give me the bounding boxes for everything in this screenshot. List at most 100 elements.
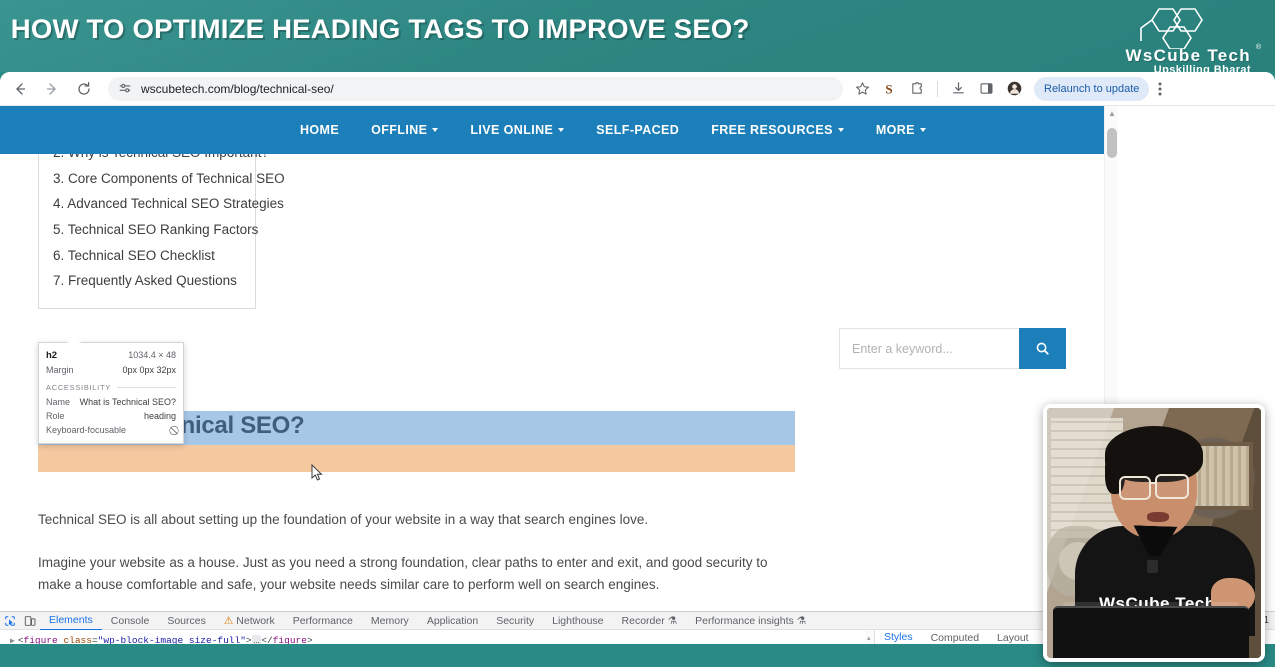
nav-item-more[interactable]: MORE (876, 123, 926, 137)
three-dot-menu-icon[interactable] (1149, 76, 1171, 102)
devtools-tab-recorder[interactable]: Recorder ⚗ (613, 612, 687, 630)
styles-tab-computed[interactable]: Computed (922, 630, 988, 645)
nav-item-label: HOME (300, 123, 340, 137)
chevron-down-icon (837, 128, 844, 132)
device-toolbar-icon[interactable] (20, 612, 40, 630)
devtools-tab-application[interactable]: Application (418, 612, 487, 630)
tab-label: Layout (997, 631, 1029, 644)
tab-label: Elements (49, 613, 93, 626)
dom-token: figure (272, 635, 307, 644)
webcam-overlay: WsCube Tech (1043, 404, 1265, 662)
tab-label: Network (236, 614, 275, 627)
svg-text:S: S (885, 81, 892, 96)
tab-label: Sources (167, 614, 206, 627)
tab-label: Security (496, 614, 535, 627)
reload-icon[interactable] (70, 75, 98, 103)
toc-item[interactable]: 4. Advanced Technical SEO Strategies (53, 191, 284, 217)
eyeglass-bridge (1150, 482, 1157, 485)
tooltip-margin-label: Margin (46, 365, 74, 375)
nav-item-free-resources[interactable]: FREE RESOURCES (711, 123, 844, 137)
side-panel-icon[interactable] (974, 77, 998, 101)
devtools-tab-performance-insights[interactable]: Performance insights ⚗ (686, 612, 815, 630)
a11y-row-label: Keyboard-focusable (46, 425, 127, 435)
url-text: wscubetech.com/blog/technical-seo/ (141, 81, 334, 96)
presenter-mouth (1147, 512, 1169, 522)
tab-label: Performance insights (695, 614, 794, 627)
dom-token: figure (23, 635, 58, 644)
tooltip-margin-value: 0px 0px 32px (122, 365, 176, 375)
download-icon[interactable] (946, 77, 970, 101)
bookmark-star-icon[interactable] (849, 76, 875, 102)
toc-item[interactable]: 7. Frequently Asked Questions (53, 268, 241, 294)
styles-tab-layout[interactable]: Layout (988, 630, 1038, 645)
site-settings-icon[interactable] (118, 82, 132, 96)
tab-label: Computed (930, 631, 980, 644)
registered-mark: ® (1255, 44, 1261, 51)
chevron-down-icon (558, 128, 565, 132)
puzzle-extension-icon[interactable] (905, 77, 929, 101)
brand-logo: WsCube Tech ® Upskilling Bharat (1073, 6, 1263, 72)
flask-icon: ⚗ (667, 614, 678, 627)
heading-margin-highlight (38, 445, 795, 472)
hexagon-logo-icon (1140, 8, 1203, 49)
a11y-row-label: Role (46, 411, 65, 421)
dom-line[interactable]: ▶ <figure class="wp-block-image size-full… (0, 633, 874, 644)
search-icon (1036, 342, 1049, 355)
dom-tree[interactable]: ▶ <figure class="wp-block-image size-full… (0, 630, 874, 644)
relaunch-to-update-button[interactable]: Relaunch to update (1034, 76, 1150, 101)
address-bar[interactable]: wscubetech.com/blog/technical-seo/ (108, 76, 843, 101)
nav-item-live-online[interactable]: LIVE ONLINE (470, 123, 565, 137)
toolbar-divider (937, 80, 938, 97)
profile-avatar-icon[interactable] (1002, 77, 1026, 101)
chevron-down-icon (919, 128, 926, 132)
s-extension-icon[interactable]: S (877, 77, 901, 101)
devtools-tab-performance[interactable]: Performance (284, 612, 362, 630)
styles-tab-styles[interactable]: Styles (875, 629, 922, 645)
mouse-cursor-icon (311, 464, 323, 481)
tab-label: Lighthouse (552, 614, 604, 627)
lapel-microphone (1147, 560, 1158, 573)
back-arrow-icon[interactable] (6, 75, 34, 103)
toc-item[interactable]: 6. Technical SEO Checklist (53, 243, 241, 269)
video-banner: HOW TO OPTIMIZE HEADING TAGS TO IMPROVE … (0, 0, 1275, 72)
article-paragraph: Imagine your website as a house. Just as… (38, 555, 768, 592)
eyeglass-right (1155, 474, 1189, 499)
devtools-tab-console[interactable]: Console (102, 612, 159, 630)
search-button[interactable] (1019, 328, 1066, 369)
scrollbar-thumb[interactable] (1107, 128, 1117, 158)
toc-item[interactable]: 5. Technical SEO Ranking Factors (53, 217, 258, 243)
divider (116, 387, 176, 388)
search-input[interactable]: Enter a keyword... (839, 328, 1019, 369)
tab-label: Memory (370, 614, 409, 627)
dom-token: class (63, 635, 92, 644)
tab-label: Styles (884, 630, 913, 643)
sidebar-search-widget: Enter a keyword... (839, 328, 1066, 369)
brand-tagline: Upskilling Bharat (1153, 64, 1251, 72)
toc-item[interactable]: 3. Core Components of Technical SEO (53, 166, 285, 192)
a11y-row-value: What is Technical SEO? (79, 397, 176, 407)
dom-twisty-icon[interactable]: ▶ (10, 637, 15, 644)
a11y-row-value: heading (143, 411, 176, 421)
nav-item-self-paced[interactable]: SELF-PACED (596, 123, 679, 137)
tooltip-arrow (67, 336, 81, 343)
devtools-tab-network[interactable]: ⚠ Network (215, 612, 284, 630)
banner-title: HOW TO OPTIMIZE HEADING TAGS TO IMPROVE … (10, 14, 750, 44)
devtools-tab-elements[interactable]: Elements (40, 611, 102, 631)
devtools-tab-security[interactable]: Security (487, 612, 543, 630)
nav-item-label: LIVE ONLINE (470, 123, 554, 137)
nav-item-home[interactable]: HOME (300, 123, 339, 137)
devtools-tab-sources[interactable]: Sources (158, 612, 215, 630)
dom-tree-scrollbar[interactable]: ▲ ▼ (865, 630, 874, 644)
forward-arrow-icon[interactable] (38, 75, 66, 103)
devtools-tab-memory[interactable]: Memory (362, 612, 418, 630)
devtools-tab-lighthouse[interactable]: Lighthouse (543, 612, 612, 630)
site-navigation-bar: HOME OFFLINE LIVE ONLINE SELF-PACED FREE… (0, 106, 1118, 154)
nav-item-offline[interactable]: OFFLINE (371, 123, 439, 137)
site-nav-menu: HOME OFFLINE LIVE ONLINE SELF-PACED FREE… (300, 123, 958, 137)
browser-toolbar: wscubetech.com/blog/technical-seo/ S Rel… (0, 72, 1275, 105)
element-picker-icon[interactable] (0, 612, 20, 630)
nav-item-label: SELF-PACED (596, 123, 680, 137)
scroll-up-icon[interactable]: ▲ (1108, 109, 1116, 118)
scroll-up-icon[interactable]: ▲ (867, 631, 871, 644)
nav-item-label: OFFLINE (371, 123, 428, 137)
